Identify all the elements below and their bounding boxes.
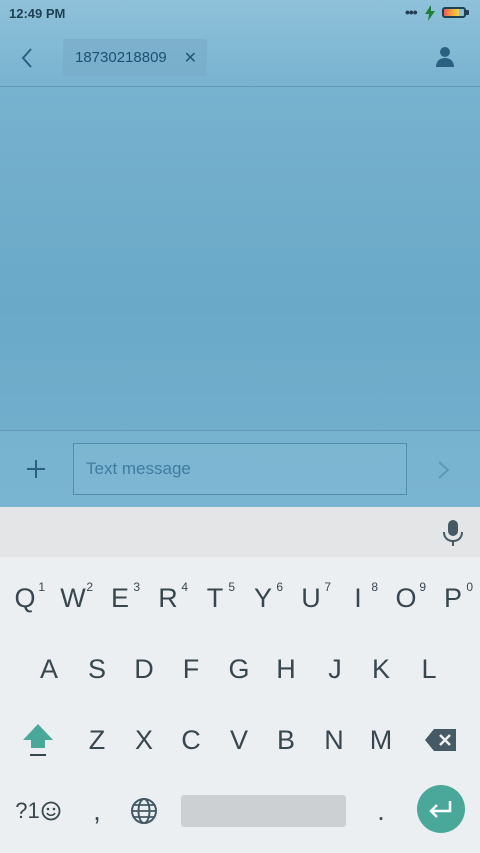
battery-icon (442, 7, 466, 18)
key-k[interactable]: K (357, 639, 405, 699)
key-b[interactable]: B (262, 710, 310, 770)
key-l[interactable]: L (405, 639, 453, 699)
key-i[interactable]: I8 (334, 568, 382, 628)
key-hint: 6 (276, 580, 283, 594)
key-y[interactable]: Y6 (239, 568, 287, 628)
remove-recipient-icon[interactable]: ✕ (184, 48, 197, 68)
microphone-icon[interactable] (442, 519, 464, 547)
enter-key[interactable] (417, 785, 465, 833)
key-hint: 5 (228, 580, 235, 594)
key-label: Y (253, 582, 272, 613)
key-label: I (354, 582, 362, 613)
key-j[interactable]: J (311, 639, 359, 699)
symbols-key[interactable]: ?1 (13, 781, 63, 841)
key-hint: 7 (324, 580, 331, 594)
battery-tip (466, 10, 469, 15)
contact-icon[interactable] (434, 46, 456, 68)
more-notifications-icon: ••• (405, 4, 418, 20)
period-key[interactable]: . (357, 781, 405, 841)
status-bar: 12:49 PM ••• (0, 0, 480, 28)
key-h[interactable]: H (262, 639, 310, 699)
key-t[interactable]: T5 (191, 568, 239, 628)
key-x[interactable]: X (120, 710, 168, 770)
message-list[interactable] (0, 87, 480, 430)
key-label: T (206, 582, 224, 613)
key-r[interactable]: R4 (144, 568, 192, 628)
key-m[interactable]: M (357, 710, 405, 770)
battery-level (444, 9, 459, 16)
symbols-key-label: ?1 (15, 798, 40, 823)
key-hint: 4 (181, 580, 188, 594)
key-label: P (443, 582, 462, 613)
key-label: E (110, 582, 129, 613)
key-w[interactable]: W2 (49, 568, 97, 628)
key-v[interactable]: V (215, 710, 263, 770)
shift-arrow-icon (23, 724, 53, 756)
key-q[interactable]: Q1 (1, 568, 49, 628)
key-e[interactable]: E3 (96, 568, 144, 628)
language-key[interactable] (120, 781, 168, 841)
key-hint: 0 (466, 580, 473, 594)
key-g[interactable]: G (215, 639, 263, 699)
shift-key[interactable] (14, 710, 62, 770)
message-input-box[interactable] (73, 443, 407, 495)
key-hint: 9 (419, 580, 426, 594)
key-hint: 3 (133, 580, 140, 594)
space-key[interactable] (181, 795, 346, 827)
compose-bar (0, 430, 480, 508)
key-c[interactable]: C (167, 710, 215, 770)
key-n[interactable]: N (310, 710, 358, 770)
keyboard-suggestion-strip (0, 507, 480, 557)
soft-keyboard: Q1 W2 E3 R4 T5 Y6 U7 I8 O9 P0 A S D F G … (0, 557, 480, 853)
key-label: W (60, 582, 86, 613)
key-a[interactable]: A (25, 639, 73, 699)
key-label: R (158, 582, 178, 613)
key-hint: 1 (38, 580, 45, 594)
key-label: Q (14, 582, 36, 613)
key-u[interactable]: U7 (287, 568, 335, 628)
backspace-key[interactable] (417, 710, 465, 770)
key-label: O (395, 582, 417, 613)
emoji-icon (41, 801, 61, 821)
key-p[interactable]: P0 (429, 568, 477, 628)
key-hint: 2 (86, 580, 93, 594)
charging-icon (425, 5, 435, 21)
key-z[interactable]: Z (73, 710, 121, 770)
key-f[interactable]: F (167, 639, 215, 699)
send-arrow-icon[interactable] (436, 459, 452, 481)
back-arrow-icon[interactable] (14, 44, 42, 72)
attach-plus-icon[interactable] (24, 457, 48, 481)
key-d[interactable]: D (120, 639, 168, 699)
enter-arrow-icon (429, 801, 452, 818)
key-label: U (301, 582, 321, 613)
key-s[interactable]: S (73, 639, 121, 699)
comma-key[interactable]: , (73, 781, 121, 841)
backspace-icon (425, 729, 456, 751)
message-input[interactable] (74, 444, 406, 494)
status-time: 12:49 PM (9, 6, 66, 21)
globe-icon (131, 798, 157, 824)
recipient-chip[interactable]: 18730218809 ✕ (63, 39, 207, 76)
key-hint: 8 (371, 580, 378, 594)
key-o[interactable]: O9 (382, 568, 430, 628)
conversation-header: 18730218809 ✕ (0, 28, 480, 87)
recipient-number: 18730218809 (75, 49, 167, 66)
